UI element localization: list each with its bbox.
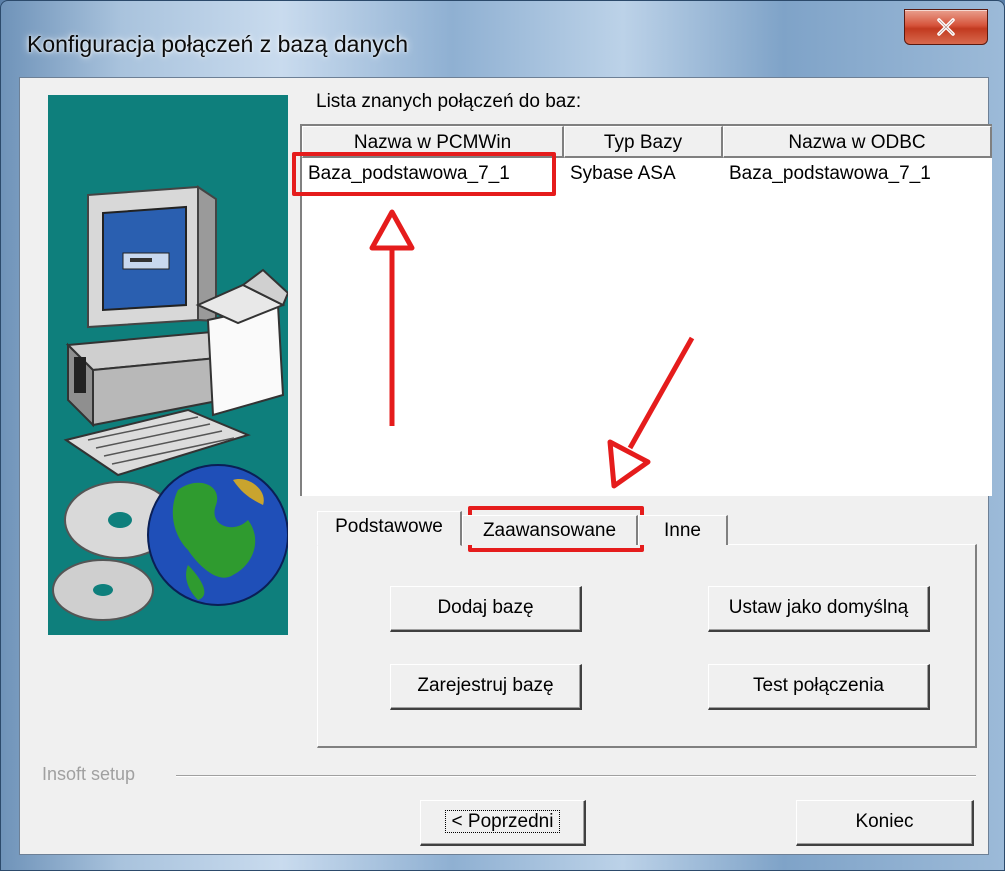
- title-bar[interactable]: Konfiguracja połączeń z bazą danych: [1, 1, 1004, 77]
- window-title: Konfiguracja połączeń z bazą danych: [27, 31, 409, 57]
- register-database-button[interactable]: Zarejestruj bazę: [390, 664, 582, 710]
- tab-zaawansowane[interactable]: Zaawansowane: [462, 515, 638, 545]
- list-row[interactable]: Baza_podstawowa_7_1 Sybase ASA Baza_pods…: [302, 159, 992, 189]
- footer-group-caption: Insoft setup: [42, 764, 144, 785]
- tab-inne[interactable]: Inne: [638, 515, 728, 545]
- footer-separator: [176, 775, 976, 777]
- test-connection-button[interactable]: Test połączenia: [708, 664, 930, 710]
- row-pcmwin-name[interactable]: Baza_podstawowa_7_1: [302, 159, 564, 189]
- add-database-button[interactable]: Dodaj bazę: [390, 586, 582, 632]
- set-default-button[interactable]: Ustaw jako domyślną: [708, 586, 930, 632]
- close-button[interactable]: [904, 9, 988, 45]
- row-odbc-name[interactable]: Baza_podstawowa_7_1: [723, 159, 992, 189]
- list-header: Nazwa w PCMWin Typ Bazy Nazwa w ODBC: [302, 126, 992, 158]
- column-header-odbc-name[interactable]: Nazwa w ODBC: [723, 126, 992, 158]
- row-db-type[interactable]: Sybase ASA: [564, 159, 723, 189]
- previous-button-label: < Poprzedni: [444, 810, 561, 833]
- column-header-db-type[interactable]: Typ Bazy: [564, 126, 723, 158]
- connections-list[interactable]: Nazwa w PCMWin Typ Bazy Nazwa w ODBC Baz…: [300, 124, 992, 496]
- dialog-client-area: Lista znanych połączeń do baz: Nazwa w P…: [19, 77, 992, 855]
- dialog-window: Konfiguracja połączeń z bazą danych List…: [0, 0, 1005, 871]
- finish-button[interactable]: Koniec: [796, 800, 974, 846]
- previous-button[interactable]: < Poprzedni: [420, 800, 586, 846]
- tab-podstawowe[interactable]: Podstawowe: [317, 511, 462, 546]
- computer-globe-icon: [52, 185, 288, 621]
- column-header-pcmwin-name[interactable]: Nazwa w PCMWin: [302, 126, 564, 158]
- tab-panel: [317, 544, 977, 748]
- close-icon: [937, 18, 955, 36]
- setup-illustration: [48, 95, 288, 635]
- connections-list-caption: Lista znanych połączeń do baz:: [316, 91, 582, 112]
